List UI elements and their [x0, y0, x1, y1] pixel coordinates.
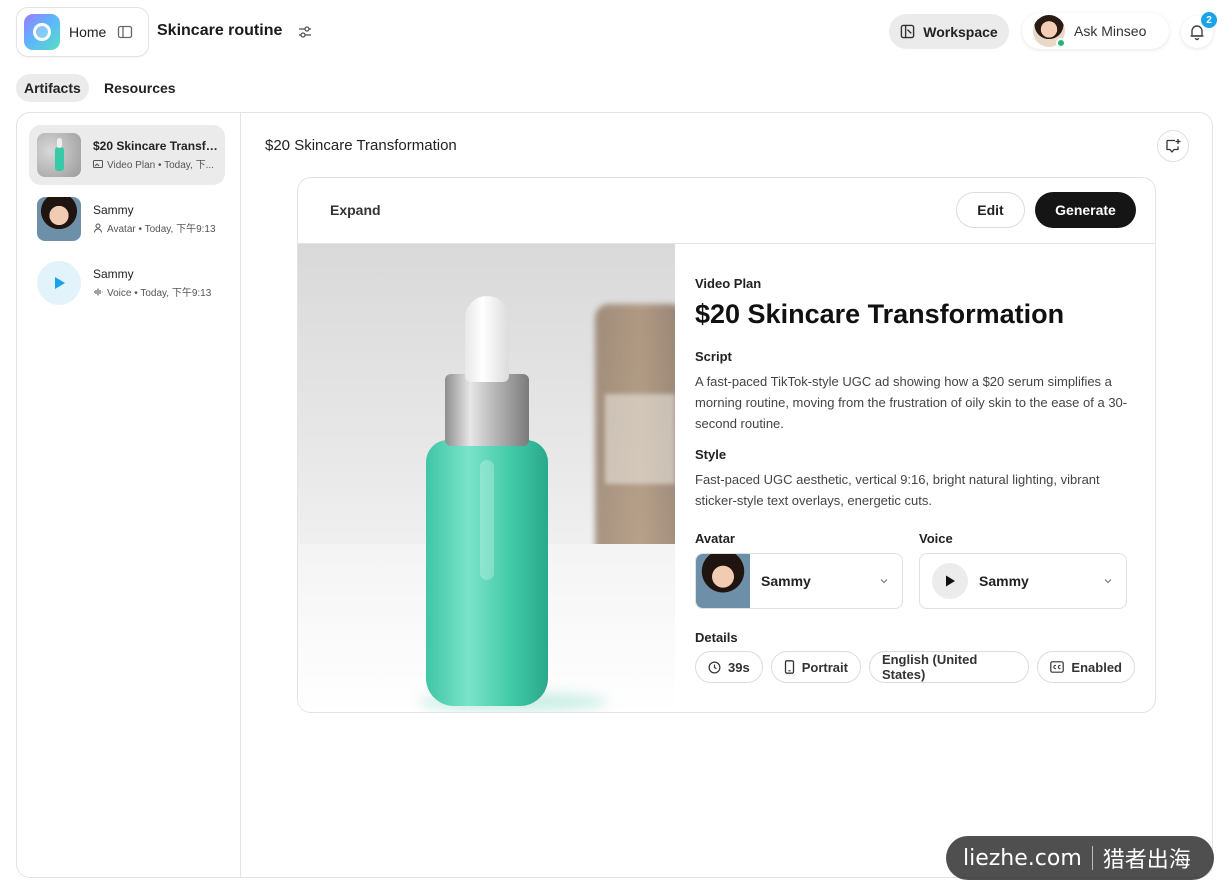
waveform-icon: [94, 288, 103, 295]
play-icon: [55, 277, 65, 289]
workspace-button[interactable]: Workspace: [889, 14, 1009, 49]
serum-thumbnail: [37, 133, 81, 177]
avatar-label: Avatar: [695, 531, 735, 546]
watermark: liezhe.com 猎者出海: [946, 836, 1214, 880]
avatar-select-value: Sammy: [761, 573, 811, 589]
add-comment-button[interactable]: [1157, 130, 1189, 162]
sidebar-item-meta: Video Plan • Today, 下...: [107, 160, 214, 171]
comment-add-icon: [1166, 139, 1181, 153]
sidebar-item-avatar[interactable]: Sammy Avatar • Today, 下午9:13: [29, 189, 225, 249]
orientation-chip[interactable]: Portrait: [770, 651, 861, 683]
sidebar-toggle-icon[interactable]: [117, 24, 133, 40]
captions-chip[interactable]: Enabled: [1037, 651, 1135, 683]
watermark-domain: liezhe.com: [963, 845, 1082, 871]
orientation-value: Portrait: [801, 659, 848, 675]
language-value: English (United States): [881, 652, 978, 682]
settings-sliders-icon[interactable]: [297, 24, 313, 40]
notification-badge: 2: [1201, 12, 1217, 28]
sidebar-item-meta: Voice • Today, 下午9:13: [107, 288, 212, 299]
voice-thumbnail: [37, 261, 81, 305]
ask-assistant-button[interactable]: Ask Minseo: [1022, 13, 1169, 49]
avatar-thumbnail: [37, 197, 81, 241]
edit-button[interactable]: Edit: [956, 192, 1025, 228]
artifact-title: $20 Skincare Transformation: [265, 137, 457, 154]
sidebar-item-title: Sammy: [93, 203, 134, 217]
style-text: Fast-paced UGC aesthetic, vertical 9:16,…: [695, 472, 1100, 508]
chevron-down-icon: [880, 579, 888, 584]
workspace-label: Workspace: [923, 23, 998, 40]
artifact-sidebar: $20 Skincare Transfo... Video Plan • Tod…: [17, 113, 241, 877]
notifications-button[interactable]: 2: [1181, 12, 1217, 48]
ask-label: Ask Minseo: [1074, 23, 1147, 39]
expand-button[interactable]: Expand: [330, 202, 381, 218]
style-label: Style: [695, 447, 727, 462]
project-title: Skincare routine: [157, 22, 283, 39]
details-label: Details: [695, 630, 738, 645]
sidebar-item-video-plan[interactable]: $20 Skincare Transfo... Video Plan • Tod…: [29, 125, 225, 185]
tab-artifacts[interactable]: Artifacts: [16, 74, 89, 102]
video-plan-card: Expand Edit Generate Video Plan $20 Skin…: [297, 177, 1156, 713]
plan-title: $20 Skincare Transformation: [695, 299, 1065, 329]
assistant-avatar: [1033, 15, 1066, 48]
avatar-select[interactable]: Sammy: [695, 553, 903, 609]
home-label: Home: [69, 24, 107, 40]
tab-resources[interactable]: Resources: [96, 74, 184, 102]
play-icon: [946, 575, 955, 587]
generate-button[interactable]: Generate: [1035, 192, 1136, 228]
plan-type-label: Video Plan: [695, 276, 762, 291]
phone-icon: [784, 660, 794, 674]
person-icon: [94, 223, 102, 233]
watermark-brand: 猎者出海: [1102, 848, 1191, 873]
avatar-select-thumbnail: [696, 554, 750, 608]
language-chip[interactable]: English (United States): [868, 651, 1030, 683]
captions-value: Enabled: [1071, 659, 1122, 675]
sidebar-item-voice[interactable]: Sammy Voice • Today, 下午9:13: [29, 253, 225, 313]
online-status-dot: [1056, 38, 1066, 48]
serum-bottle-image: [298, 244, 675, 712]
sidebar-item-title: Sammy: [93, 267, 134, 281]
script-text: A fast-paced TikTok-style UGC ad showing…: [695, 374, 1128, 431]
voice-play-button[interactable]: [932, 563, 968, 599]
duration-chip[interactable]: 39s: [695, 651, 763, 683]
sidebar-item-title: $20 Skincare Transfo...: [93, 139, 218, 153]
voice-select[interactable]: Sammy: [919, 553, 1127, 609]
clock-icon: [708, 661, 721, 673]
chevron-down-icon: [1104, 579, 1112, 584]
duration-value: 39s: [728, 659, 750, 675]
video-plan-icon: [93, 159, 103, 168]
sidebar-item-meta: Avatar • Today, 下午9:13: [107, 224, 216, 235]
details-chips: 39s Portrait English (United States) Ena…: [695, 651, 1135, 683]
voice-select-value: Sammy: [979, 573, 1029, 589]
voice-label: Voice: [919, 531, 953, 546]
script-label: Script: [695, 349, 732, 364]
captions-icon: [1050, 661, 1065, 673]
home-button[interactable]: Home: [16, 7, 149, 57]
app-logo-icon: [24, 14, 60, 50]
workspace-icon: [900, 24, 915, 39]
main-panel: $20 Skincare Transfo... Video Plan • Tod…: [16, 112, 1213, 878]
